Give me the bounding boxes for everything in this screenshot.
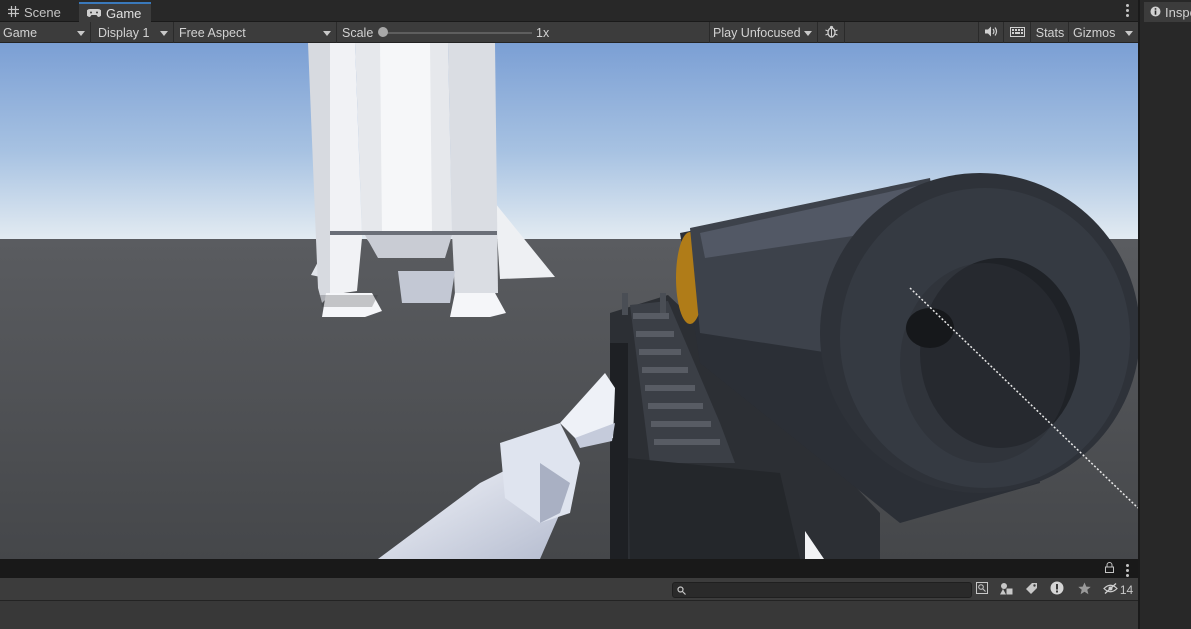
unity-editor-window: Scene Game Game Display 1 Free Aspect Sc… [0, 0, 1191, 629]
game-view-viewport[interactable] [0, 43, 1138, 559]
hidden-objects-toggle[interactable]: 14 [1100, 580, 1136, 599]
lock-icon[interactable] [1105, 562, 1114, 576]
stats-button[interactable]: Stats [1032, 22, 1069, 43]
mode-dropdown[interactable]: Game [0, 22, 91, 43]
label-filter-button[interactable] [1021, 580, 1041, 599]
scale-value: 1x [536, 25, 550, 40]
info-icon [1150, 5, 1161, 20]
errors-filter-button[interactable] [1046, 580, 1068, 599]
tab-game[interactable]: Game [79, 2, 151, 22]
tab-inspector[interactable]: Inspe [1144, 2, 1191, 22]
console-toolbar: 14 [0, 578, 1138, 601]
stats-label: Stats [1035, 25, 1065, 40]
toolbar-spacer [846, 22, 979, 43]
scale-slider-track[interactable] [382, 32, 532, 34]
inspector-panel: Inspe [1138, 0, 1191, 629]
aspect-dropdown[interactable]: Free Aspect [175, 22, 337, 43]
grid-icon [8, 5, 19, 20]
game-view-toolbar: Game Display 1 Free Aspect Scale 1x Play… [0, 22, 1138, 43]
chevron-down-icon [323, 31, 331, 36]
tag-icon [1025, 582, 1038, 598]
scale-label: Scale [342, 25, 374, 40]
tab-scene[interactable]: Scene [0, 2, 76, 22]
view-tab-bar: Scene Game [0, 0, 1138, 22]
chevron-down-icon [1125, 31, 1133, 36]
type-filter-button[interactable] [996, 580, 1016, 599]
frame-debugger-button[interactable] [819, 22, 845, 43]
display-dropdown[interactable]: Display 1 [92, 22, 174, 43]
aspect-dropdown-label: Free Aspect [179, 25, 246, 40]
favorites-button[interactable] [1073, 580, 1095, 599]
tab-game-label: Game [106, 5, 142, 21]
search-options-button[interactable] [973, 580, 991, 599]
exclamation-icon [1050, 581, 1064, 598]
tab-inspector-label: Inspe [1165, 4, 1191, 20]
play-mode-label: Play Unfocused [713, 25, 801, 40]
mode-dropdown-label: Game [3, 25, 38, 40]
star-icon [1077, 582, 1091, 598]
hidden-count: 14 [1119, 582, 1134, 597]
gizmos-dropdown[interactable]: Gizmos [1070, 22, 1138, 43]
mute-audio-button[interactable] [980, 22, 1004, 43]
console-tab-bar [0, 559, 1138, 578]
game-scene-render [0, 43, 1138, 559]
shapes-icon [999, 582, 1013, 598]
chevron-down-icon [804, 31, 812, 36]
search-icon [677, 584, 686, 598]
chevron-down-icon [77, 31, 85, 36]
bug-icon [825, 25, 838, 41]
console-content [0, 601, 1138, 629]
gizmos-label: Gizmos [1073, 25, 1116, 40]
scale-control: Scale 1x [338, 22, 710, 43]
gamepad-icon [86, 6, 102, 21]
display-dropdown-label: Display 1 [98, 25, 150, 40]
keyboard-icon [1010, 26, 1025, 40]
search-filter-icon [976, 582, 988, 597]
console-menu-icon[interactable] [1126, 564, 1130, 577]
speaker-icon [985, 26, 998, 40]
tab-menu-icon[interactable] [1126, 4, 1130, 17]
tab-scene-label: Scene [24, 4, 61, 20]
shortcuts-button[interactable] [1005, 22, 1031, 43]
play-mode-dropdown[interactable]: Play Unfocused [711, 22, 818, 43]
chevron-down-icon [160, 31, 168, 36]
console-search-input[interactable] [672, 582, 972, 598]
eye-slash-icon [1102, 582, 1118, 597]
scale-slider-thumb[interactable] [378, 27, 388, 37]
